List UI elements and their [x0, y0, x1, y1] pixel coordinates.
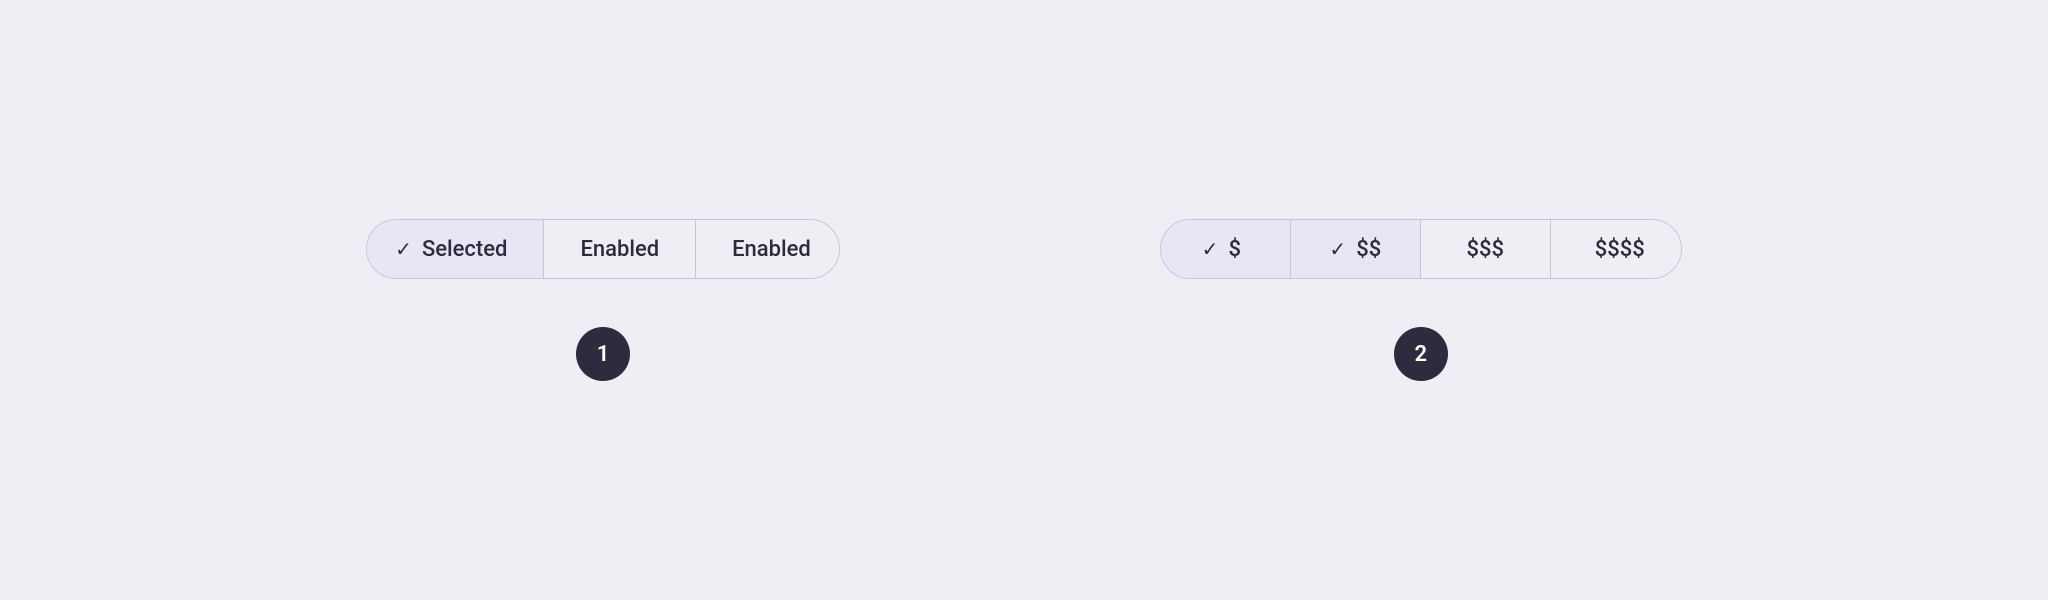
check-icon: ✓ — [1329, 237, 1346, 261]
segment-label: Enabled — [732, 237, 811, 262]
segment-dollar-2[interactable]: ✓ $$ — [1291, 220, 1421, 278]
segment-label: Selected — [422, 237, 508, 262]
segment-label: $$ — [1356, 237, 1381, 262]
segment-enabled-2[interactable]: Enabled — [696, 220, 839, 278]
demo-section-2: ✓ $ ✓ $$ $$$ $$$$ 2 — [1160, 219, 1682, 381]
segment-label: $$$ — [1467, 237, 1505, 262]
segment-dollar-4[interactable]: $$$$ — [1551, 220, 1681, 278]
demo-section-1: ✓ Selected Enabled Enabled 1 — [366, 219, 840, 381]
check-icon: ✓ — [395, 237, 412, 261]
check-icon: ✓ — [1202, 237, 1219, 261]
segment-dollar-3[interactable]: $$$ — [1421, 220, 1551, 278]
segmented-control-1[interactable]: ✓ Selected Enabled Enabled — [366, 219, 840, 279]
segment-dollar-1[interactable]: ✓ $ — [1161, 220, 1291, 278]
segment-label: Enabled — [580, 237, 659, 262]
badge-2: 2 — [1394, 327, 1448, 381]
badge-1: 1 — [576, 327, 630, 381]
segmented-control-2[interactable]: ✓ $ ✓ $$ $$$ $$$$ — [1160, 219, 1682, 279]
segment-selected[interactable]: ✓ Selected — [367, 220, 544, 278]
segment-label: $ — [1228, 237, 1241, 262]
segment-label: $$$$ — [1595, 237, 1645, 262]
segment-enabled-1[interactable]: Enabled — [544, 220, 696, 278]
